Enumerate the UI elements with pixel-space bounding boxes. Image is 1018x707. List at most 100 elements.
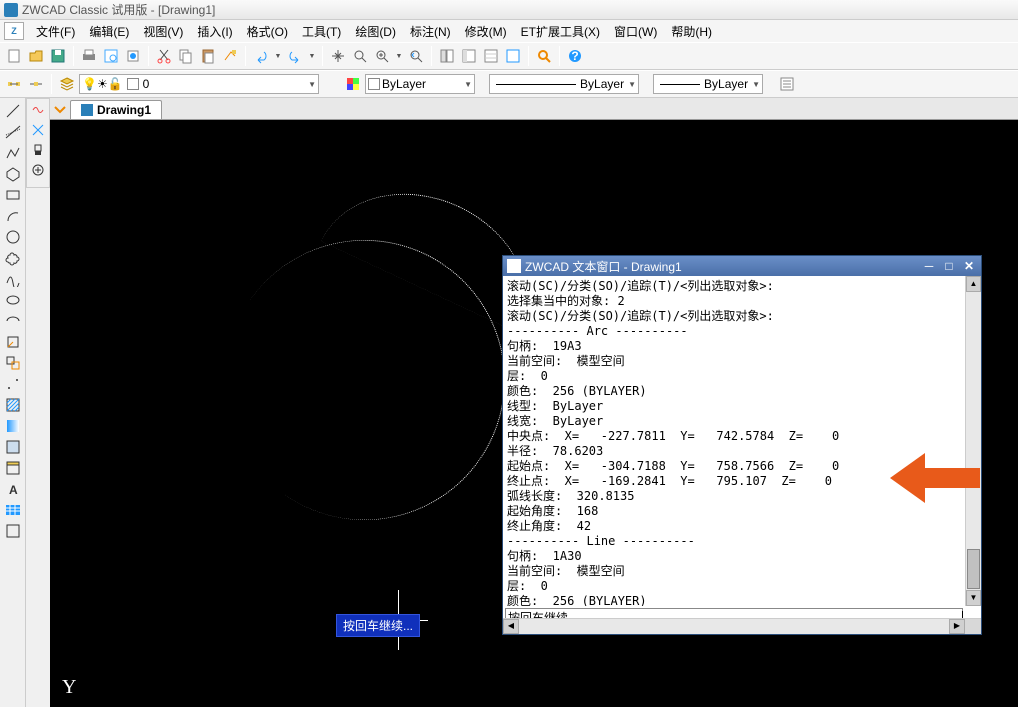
close-button[interactable]: ✕ (961, 259, 977, 273)
menu-view[interactable]: 视图(V) (137, 21, 189, 42)
menu-modify[interactable]: 修改(M) (459, 21, 513, 42)
modify-toolbar[interactable] (26, 98, 50, 188)
svg-text:?: ? (571, 49, 578, 63)
osnap1-button[interactable] (4, 74, 24, 94)
open-button[interactable] (26, 46, 46, 66)
tab-menu-button[interactable] (50, 99, 70, 119)
save-button[interactable] (48, 46, 68, 66)
arc-button[interactable] (3, 207, 23, 225)
chevron-down-icon: ▼ (624, 80, 636, 89)
copy-button[interactable] (176, 46, 196, 66)
layer-combo[interactable]: 💡 ☀ 🔓 0 ▼ (79, 74, 319, 94)
publish-button[interactable] (123, 46, 143, 66)
scroll-down-button[interactable]: ▼ (966, 590, 981, 606)
scroll-up-button[interactable]: ▲ (966, 276, 981, 292)
table-button[interactable] (3, 459, 23, 477)
paste-button[interactable] (198, 46, 218, 66)
redo-dd[interactable]: ▼ (307, 46, 317, 66)
zoom-window-button[interactable] (372, 46, 392, 66)
zoom-prev-button[interactable] (406, 46, 426, 66)
layer-manager-button[interactable] (57, 74, 77, 94)
new-button[interactable] (4, 46, 24, 66)
linetype-combo[interactable]: ByLayer ▼ (489, 74, 639, 94)
menu-edit[interactable]: 编辑(E) (83, 21, 135, 42)
gradient-button[interactable] (3, 417, 23, 435)
menu-help[interactable]: 帮助(H) (665, 21, 718, 42)
line-button[interactable] (3, 102, 23, 120)
pline-button[interactable] (3, 144, 23, 162)
cut-button[interactable] (154, 46, 174, 66)
find-button[interactable] (534, 46, 554, 66)
scroll-corner (965, 619, 981, 634)
tpalette-button[interactable] (481, 46, 501, 66)
express1-button[interactable] (29, 101, 47, 119)
express2-button[interactable] (29, 121, 47, 139)
osnap2-button[interactable] (26, 74, 46, 94)
lw-preview (660, 84, 700, 85)
list-button[interactable] (777, 74, 797, 94)
tab-drawing1[interactable]: Drawing1 (70, 100, 162, 119)
match-button[interactable] (220, 46, 240, 66)
table2-button[interactable] (3, 501, 23, 519)
text-window-body: 滚动(SC)/分类(SO)/追踪(T)/<列出选取对象>: 选择集当中的对象: … (503, 276, 981, 606)
pan-button[interactable] (328, 46, 348, 66)
spline-button[interactable] (3, 270, 23, 288)
rectangle-button[interactable] (3, 186, 23, 204)
app-icon[interactable]: Z (4, 22, 24, 40)
sheet-button[interactable] (503, 46, 523, 66)
print-button[interactable] (79, 46, 99, 66)
point-button[interactable] (3, 375, 23, 393)
ellipse-button[interactable] (3, 291, 23, 309)
color-button[interactable] (343, 74, 363, 94)
menu-dim[interactable]: 标注(N) (404, 21, 457, 42)
lineweight-combo[interactable]: ByLayer ▼ (653, 74, 763, 94)
menu-et[interactable]: ET扩展工具(X) (515, 21, 606, 42)
hatch-button[interactable] (3, 396, 23, 414)
undo-dd[interactable]: ▼ (273, 46, 283, 66)
chevron-down-icon: ▼ (304, 80, 316, 89)
standard-toolbar: ▼ ▼ ▼ ? (0, 42, 1018, 70)
revcloud-button[interactable] (3, 249, 23, 267)
scroll-thumb[interactable] (967, 549, 980, 589)
dcenter-button[interactable] (459, 46, 479, 66)
scroll-left-button[interactable]: ◀ (503, 619, 519, 634)
menu-window[interactable]: 窗口(W) (608, 21, 663, 42)
help-button[interactable]: ? (565, 46, 585, 66)
color-combo[interactable]: ByLayer ▼ (365, 74, 475, 94)
menu-tools[interactable]: 工具(T) (296, 21, 347, 42)
express3-button[interactable] (29, 141, 47, 159)
ellipse-arc-button[interactable] (3, 312, 23, 330)
chevron-down-icon: ▼ (460, 80, 472, 89)
region-button[interactable] (3, 438, 23, 456)
text-window-title: ZWCAD 文本窗口 - Drawing1 (525, 258, 682, 275)
maximize-button[interactable]: □ (941, 259, 957, 273)
redo-button[interactable] (285, 46, 305, 66)
menu-draw[interactable]: 绘图(D) (349, 21, 402, 42)
menu-format[interactable]: 格式(O) (241, 21, 294, 42)
mtext-button[interactable]: A (3, 480, 23, 498)
zoom-rt-button[interactable] (350, 46, 370, 66)
vertical-scrollbar[interactable]: ▲ ▼ (965, 276, 981, 606)
block-button[interactable] (3, 354, 23, 372)
text-window[interactable]: ZWCAD 文本窗口 - Drawing1 ─ □ ✕ 滚动(SC)/分类(SO… (502, 255, 982, 635)
menu-file[interactable]: 文件(F) (30, 21, 81, 42)
express4-button[interactable] (29, 161, 47, 179)
insert-button[interactable] (3, 333, 23, 351)
text-window-titlebar[interactable]: ZWCAD 文本窗口 - Drawing1 ─ □ ✕ (503, 256, 981, 276)
undo-button[interactable] (251, 46, 271, 66)
xline-button[interactable] (3, 123, 23, 141)
menu-insert[interactable]: 插入(I) (191, 21, 238, 42)
circle-button[interactable] (3, 228, 23, 246)
properties-button[interactable] (437, 46, 457, 66)
text-window-content[interactable]: 滚动(SC)/分类(SO)/追踪(T)/<列出选取对象>: 选择集当中的对象: … (503, 276, 965, 606)
horizontal-scrollbar[interactable]: ◀ ▶ (503, 618, 981, 634)
tab-label: Drawing1 (97, 103, 151, 117)
zoom-dd[interactable]: ▼ (394, 46, 404, 66)
wipeout-button[interactable] (3, 522, 23, 540)
layer-toolbar: 💡 ☀ 🔓 0 ▼ ByLayer ▼ ByLayer ▼ ByLayer ▼ (0, 70, 1018, 98)
scroll-right-button[interactable]: ▶ (949, 619, 965, 634)
polygon-button[interactable] (3, 165, 23, 183)
print-preview-button[interactable] (101, 46, 121, 66)
ucs-icon: Y (62, 676, 76, 699)
minimize-button[interactable]: ─ (921, 259, 937, 273)
